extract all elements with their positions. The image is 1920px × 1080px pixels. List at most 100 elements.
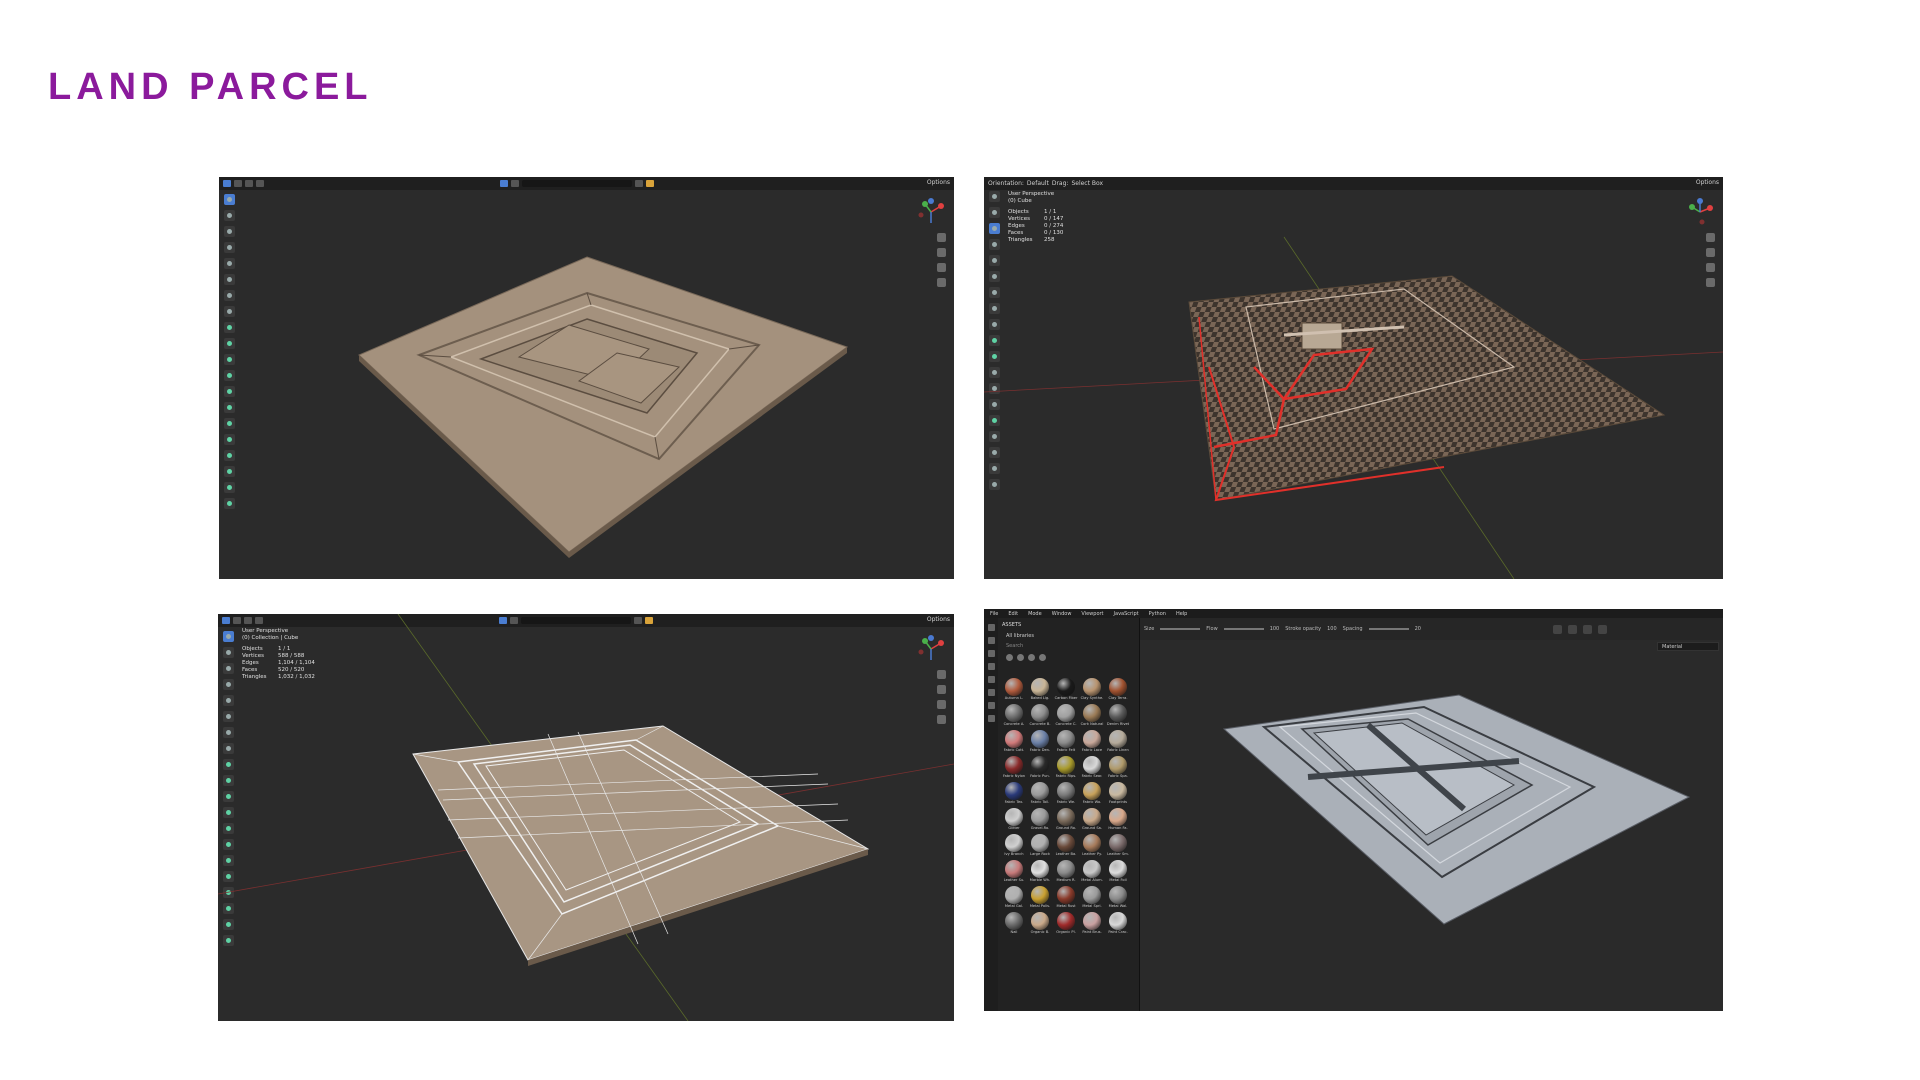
material-name: Medium R.: [1056, 878, 1076, 882]
material-name: Fabric Linen: [1107, 748, 1129, 752]
material-tile[interactable]: Metal Spri.: [1080, 886, 1104, 910]
material-tile[interactable]: Organic B.: [1028, 912, 1052, 936]
menu-javascript[interactable]: JavaScript: [1114, 611, 1139, 617]
material-tile[interactable]: Carbon Fiber: [1054, 678, 1078, 702]
material-tile[interactable]: Nail: [1002, 912, 1026, 936]
material-tile[interactable]: Organic Pl.: [1054, 912, 1078, 936]
material-name: Metal Foil: [1109, 878, 1127, 882]
material-tile[interactable]: Metal Wal.: [1106, 886, 1130, 910]
menu-help[interactable]: Help: [1176, 611, 1187, 617]
material-tile[interactable]: Large Rock: [1028, 834, 1052, 858]
flow-slider[interactable]: [1223, 628, 1264, 630]
material-tile[interactable]: Leather Sm.: [1106, 834, 1130, 858]
filter-material-icon[interactable]: [1006, 654, 1013, 661]
material-preview-icon: [1031, 704, 1049, 722]
material-tile[interactable]: Metal Rust: [1054, 886, 1078, 910]
menu-file[interactable]: File: [990, 611, 998, 617]
material-tile[interactable]: Ground Ro.: [1054, 808, 1078, 832]
material-preview-icon: [1031, 678, 1049, 696]
spacing-slider[interactable]: [1368, 628, 1409, 630]
display-icon[interactable]: [1582, 624, 1592, 634]
eraser-icon[interactable]: [987, 637, 995, 644]
filter-brush-icon[interactable]: [1039, 654, 1046, 661]
material-name: Fabric Rips.: [1055, 774, 1077, 778]
material-tile[interactable]: Metal Gal.: [1002, 886, 1026, 910]
material-preview-icon: [1083, 912, 1101, 930]
material-tile[interactable]: Denim Rivet: [1106, 704, 1130, 728]
material-tile[interactable]: Paint Crac.: [1106, 912, 1130, 936]
material-preview-icon: [1031, 730, 1049, 748]
material-tile[interactable]: Leather Py.: [1080, 834, 1104, 858]
material-tile[interactable]: Metal Alum.: [1080, 860, 1104, 884]
material-tile[interactable]: Fabric Sear.: [1080, 756, 1104, 780]
material-tile[interactable]: Concrete A.: [1002, 704, 1026, 728]
material-tile[interactable]: Ground Sa.: [1080, 808, 1104, 832]
stroke-opacity-label: Stroke opacity: [1285, 626, 1322, 632]
menu-mode[interactable]: Mode: [1028, 611, 1042, 617]
material-tile[interactable]: Marble Wh.: [1028, 860, 1052, 884]
material-tile[interactable]: Fabric Toil.: [1028, 782, 1052, 806]
material-tile[interactable]: Fabric Lace: [1080, 730, 1104, 754]
material-tile[interactable]: Fabric Rips.: [1054, 756, 1078, 780]
layers-icon[interactable]: [987, 715, 995, 722]
flow-value: 100: [1269, 626, 1280, 632]
material-tile[interactable]: Autumn L.: [1002, 678, 1026, 702]
smudge-icon[interactable]: [987, 676, 995, 683]
material-tile[interactable]: Fabric Linen: [1106, 730, 1130, 754]
material-tile[interactable]: Metal Polis.: [1028, 886, 1052, 910]
symmetry-icon[interactable]: [1552, 624, 1562, 634]
library-dropdown[interactable]: All libraries: [998, 631, 1139, 641]
material-tile[interactable]: Footprints: [1106, 782, 1130, 806]
material-name: Autumn L.: [1004, 696, 1024, 700]
pause-icon[interactable]: [1567, 624, 1577, 634]
material-tile[interactable]: Fabric Felt: [1054, 730, 1078, 754]
material-tile[interactable]: Medium R.: [1054, 860, 1078, 884]
material-select[interactable]: Material: [1657, 642, 1719, 651]
menu-window[interactable]: Window: [1052, 611, 1072, 617]
menu-viewport[interactable]: Viewport: [1081, 611, 1103, 617]
filter-texture-icon[interactable]: [1028, 654, 1035, 661]
material-tile[interactable]: Concrete C.: [1054, 704, 1078, 728]
material-tile[interactable]: Fabric Wo.: [1080, 782, 1104, 806]
menu-edit[interactable]: Edit: [1008, 611, 1018, 617]
filter-smart-icon[interactable]: [1017, 654, 1024, 661]
material-tile[interactable]: Human Fa.: [1106, 808, 1130, 832]
material-name: Denim Rivet: [1106, 722, 1130, 726]
material-tile[interactable]: Fabric Cott.: [1002, 730, 1026, 754]
material-tile[interactable]: Clay Synthe.: [1080, 678, 1104, 702]
material-name: Leather Ba.: [1055, 852, 1077, 856]
projection-icon[interactable]: [987, 650, 995, 657]
material-tile[interactable]: Leather Ba.: [1054, 834, 1078, 858]
material-tile[interactable]: Cork Natural: [1080, 704, 1104, 728]
menu-python[interactable]: Python: [1149, 611, 1166, 617]
material-tile[interactable]: Fabric We.: [1054, 782, 1078, 806]
material-tile[interactable]: Gravel.Ro.: [1028, 808, 1052, 832]
material-name: Concrete B.: [1029, 722, 1051, 726]
asset-search-input[interactable]: Search: [998, 641, 1139, 651]
material-tile[interactable]: Glitter: [1002, 808, 1026, 832]
material-tile[interactable]: Fabric Pun.: [1028, 756, 1052, 780]
picker-icon[interactable]: [987, 702, 995, 709]
material-tile[interactable]: Fabric Nylon: [1002, 756, 1026, 780]
geometry-fill-icon[interactable]: [987, 663, 995, 670]
size-slider[interactable]: [1160, 628, 1201, 630]
material-tile[interactable]: Baked Lig.: [1028, 678, 1052, 702]
material-tile[interactable]: Fabric Spa.: [1106, 756, 1130, 780]
material-preview-icon: [1031, 860, 1049, 878]
paint-brush-icon[interactable]: [987, 624, 995, 631]
material-preview-icon: [1057, 678, 1075, 696]
material-tile[interactable]: Paint Brus.: [1080, 912, 1104, 936]
material-preview-icon: [1005, 834, 1023, 852]
material-preview-icon: [1005, 860, 1023, 878]
material-preview-icon: [1083, 782, 1101, 800]
material-tile[interactable]: Ivy Branch: [1002, 834, 1026, 858]
material-tile[interactable]: Leather Su.: [1002, 860, 1026, 884]
material-tile[interactable]: Fabric Den.: [1028, 730, 1052, 754]
camera-icon[interactable]: [1597, 624, 1607, 634]
material-name: Gravel.Ro.: [1030, 826, 1050, 830]
material-tile[interactable]: Fabric Tex.: [1002, 782, 1026, 806]
clone-icon[interactable]: [987, 689, 995, 696]
material-tile[interactable]: Clay Terra.: [1106, 678, 1130, 702]
material-tile[interactable]: Metal Foil: [1106, 860, 1130, 884]
material-tile[interactable]: Concrete B.: [1028, 704, 1052, 728]
